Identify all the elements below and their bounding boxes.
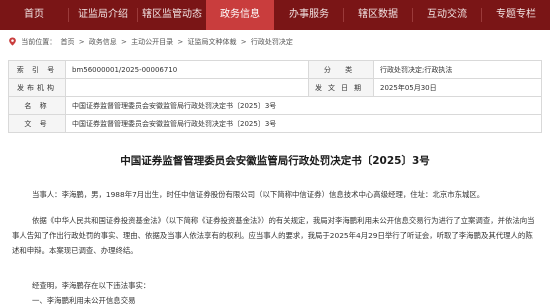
breadcrumb: 当前位置： 首页 > 政务信息 > 主动公开目录 > 证监局文种体裁 > 行政处…	[8, 37, 295, 49]
document-info-table: 索 引 号 bm56000001/2025-00006710 分 类 行政处罚决…	[8, 60, 542, 133]
publisher-label: 发布机构	[8, 78, 66, 97]
date-value: 2025年05月30日	[373, 78, 542, 97]
section-heading: 一、李海鹏利用未公开信息交易	[32, 296, 136, 305]
breadcrumb-doc-genre[interactable]: 证监局文种体裁	[188, 38, 237, 46]
breadcrumb-separator: >	[78, 38, 85, 46]
index-label: 索 引 号	[8, 60, 66, 79]
breadcrumb-penalty-decisions[interactable]: 行政处罚决定	[251, 38, 293, 46]
top-nav: 首页 证监局介绍 辖区监管动态 政务信息 办事服务 辖区数据 互动交流 专题专栏	[0, 0, 550, 30]
category-value: 行政处罚决定;行政执法	[373, 60, 542, 79]
nav-item-interaction[interactable]: 互动交流	[413, 0, 481, 30]
nav-item-intro[interactable]: 证监局介绍	[69, 0, 137, 30]
breadcrumb-home[interactable]: 首页	[60, 38, 74, 46]
breadcrumb-gov-info[interactable]: 政务信息	[89, 38, 117, 46]
facts-intro-paragraph: 经查明，李海鹏存在以下违法事实：	[32, 281, 151, 290]
nav-item-supervision[interactable]: 辖区监管动态	[138, 0, 206, 30]
nav-item-topics[interactable]: 专题专栏	[482, 0, 550, 30]
procedure-paragraph: 依据《中华人民共和国证券投资基金法》（以下简称《证券投资基金法》）的有关规定，我…	[12, 216, 535, 255]
publisher-value	[65, 78, 309, 97]
nav-item-data[interactable]: 辖区数据	[344, 0, 412, 30]
name-value: 中国证券监督管理委员会安徽监管局行政处罚决定书〔2025〕3号	[65, 96, 542, 115]
document-title: 中国证券监督管理委员会安徽监管局行政处罚决定书〔2025〕3号	[120, 155, 430, 167]
category-label: 分 类	[308, 60, 374, 79]
party-paragraph: 当事人：李海鹏，男，1988年7月出生，时任中信证券股份有限公司（以下简称中信证…	[32, 190, 485, 199]
breadcrumb-disclosure-catalog[interactable]: 主动公开目录	[131, 38, 173, 46]
location-pin-icon	[9, 37, 16, 46]
date-label: 发文日期	[308, 78, 374, 97]
nav-item-gov-info[interactable]: 政务信息	[206, 0, 274, 30]
index-value: bm56000001/2025-00006710	[65, 60, 309, 79]
name-label: 名 称	[8, 96, 66, 115]
document-number-label: 文 号	[8, 114, 66, 133]
breadcrumb-label: 当前位置：	[21, 38, 57, 46]
nav-item-services[interactable]: 办事服务	[275, 0, 343, 30]
breadcrumb-separator: >	[121, 38, 127, 46]
breadcrumb-separator: >	[177, 38, 184, 46]
document-number-value: 中国证券监督管理委员会安徽监管局行政处罚决定书〔2025〕3号	[65, 114, 542, 133]
nav-item-home[interactable]: 首页	[0, 0, 68, 30]
breadcrumb-separator: >	[240, 38, 247, 46]
